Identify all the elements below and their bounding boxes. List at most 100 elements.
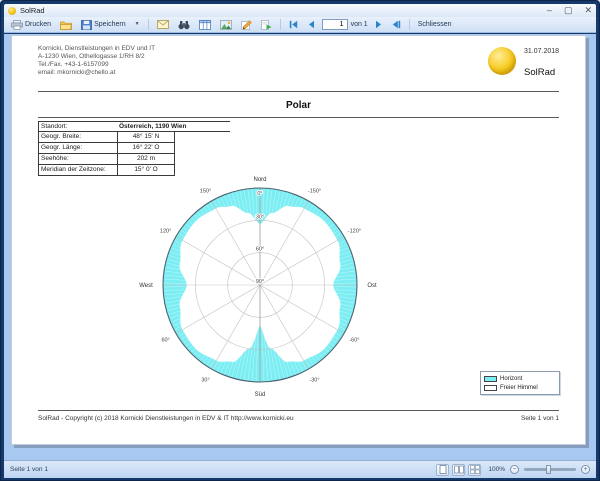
zoom-in-button[interactable]: +	[581, 465, 590, 474]
svg-text:-60°: -60°	[349, 338, 359, 344]
document-export-icon	[261, 20, 272, 30]
svg-text:-120°: -120°	[348, 229, 361, 235]
svg-text:120°: 120°	[160, 229, 171, 235]
minimize-button[interactable]: –	[547, 6, 552, 15]
chart-legend: Horizont Freier Himmel	[480, 371, 560, 395]
print-button[interactable]: Drucken	[8, 19, 54, 31]
company-address: Kornicki, Dienstleistungen in EDV und IT…	[38, 45, 155, 77]
company-address-line: email: mkornicki@chello.at	[38, 69, 155, 77]
location-value: 202 m	[117, 154, 174, 164]
window-title: SolRad	[20, 6, 45, 15]
next-page-icon	[374, 20, 383, 29]
page-count-label: von 1	[351, 21, 368, 28]
app-icon	[8, 7, 16, 15]
location-table-row: Geogr. Länge:16° 22' O	[38, 143, 175, 154]
image-icon	[220, 20, 232, 30]
table-columns-icon	[199, 20, 211, 30]
header-rule	[38, 91, 559, 92]
status-zoom-controls: 100% − +	[436, 464, 590, 476]
page-number-input[interactable]	[322, 19, 348, 30]
zoom-slider-thumb[interactable]	[546, 465, 551, 474]
page-layout-multiple-button[interactable]	[468, 464, 481, 476]
title-bar: SolRad – ▢ ✕	[4, 4, 596, 17]
location-label: Meridian der Zeitzone:	[39, 165, 117, 175]
binoculars-icon	[178, 20, 190, 30]
svg-text:-30°: -30°	[309, 377, 319, 383]
zoom-slider[interactable]	[524, 468, 576, 471]
toolbar-separator	[409, 19, 410, 30]
svg-text:90°: 90°	[256, 279, 264, 285]
save-dropdown-button[interactable]: ▼	[132, 21, 143, 28]
location-label: Geogr. Länge:	[39, 143, 117, 153]
location-label: Geogr. Breite:	[39, 132, 117, 142]
svg-text:Ost: Ost	[367, 283, 377, 289]
status-page-label: Seite 1 von 1	[10, 466, 48, 473]
first-page-icon	[289, 20, 298, 29]
previous-page-button[interactable]	[304, 19, 319, 30]
zoom-percent-label: 100%	[488, 466, 505, 473]
page-layout-facing-button[interactable]	[452, 464, 465, 476]
svg-text:60°: 60°	[256, 247, 264, 253]
watermark-button[interactable]	[196, 19, 214, 31]
footer-page-number: Seite 1 von 1	[521, 415, 559, 422]
report-date: 31.07.2018	[524, 48, 559, 55]
toolbar-separator	[280, 19, 281, 30]
title-rule	[38, 117, 559, 118]
last-page-icon	[392, 20, 401, 29]
svg-text:30°: 30°	[256, 214, 264, 220]
polar-chart: NordOstSüdWest-150°-120°-60°-30°30°60°12…	[120, 168, 400, 413]
svg-text:60°: 60°	[161, 338, 169, 344]
zoom-out-button[interactable]: −	[510, 465, 519, 474]
first-page-button[interactable]	[286, 19, 301, 30]
close-preview-button[interactable]: Schliessen	[415, 20, 455, 29]
svg-text:30°: 30°	[201, 377, 209, 383]
location-table-row: Geogr. Breite:48° 15' N	[38, 132, 175, 143]
location-value: 48° 15' N	[117, 132, 174, 142]
envelope-icon	[157, 20, 169, 29]
location-table-row: Standort:Österreich, 1190 Wien	[38, 121, 230, 132]
facing-pages-icon	[454, 465, 464, 474]
location-table-row: Seehöhe:202 m	[38, 154, 175, 165]
close-button[interactable]: ✕	[584, 6, 592, 15]
footer-copyright: SolRad - Copyright (c) 2018 Kornicki Die…	[38, 415, 294, 422]
find-button[interactable]	[175, 19, 193, 31]
toolbar-separator	[148, 19, 149, 30]
svg-text:Nord: Nord	[253, 177, 266, 183]
svg-text:Süd: Süd	[255, 392, 266, 398]
print-label: Drucken	[25, 21, 51, 28]
legend-label: Freier Himmel	[500, 385, 538, 391]
save-button[interactable]: Speichern	[78, 19, 129, 31]
report-page: Kornicki, Dienstleistungen in EDV und IT…	[11, 35, 586, 445]
multiple-pages-icon	[470, 465, 480, 474]
close-preview-label: Schliessen	[418, 21, 452, 28]
open-button[interactable]	[57, 19, 75, 31]
export-image-button[interactable]	[217, 19, 235, 31]
single-page-icon	[439, 465, 447, 474]
save-label: Speichern	[94, 21, 126, 28]
location-label: Seehöhe:	[39, 154, 117, 164]
status-bar: Seite 1 von 1 100% − +	[4, 460, 596, 478]
page-layout-single-button[interactable]	[436, 464, 449, 476]
footer-rule	[38, 410, 559, 411]
legend-label: Horizont	[500, 376, 522, 382]
export-document-button[interactable]	[258, 19, 275, 31]
email-button[interactable]	[154, 19, 172, 30]
pencil-icon	[241, 20, 252, 30]
company-address-line: Tel./Fax. +43-1-6157099	[38, 61, 155, 69]
next-page-button[interactable]	[371, 19, 386, 30]
legend-item: Freier Himmel	[484, 383, 556, 392]
last-page-button[interactable]	[389, 19, 404, 30]
svg-text:0°: 0°	[257, 191, 262, 197]
product-name: SolRad	[524, 67, 555, 78]
floppy-icon	[81, 20, 92, 30]
legend-swatch	[484, 385, 497, 391]
edit-button[interactable]	[238, 19, 255, 31]
company-address-line: A-1230 Wien, Othellogasse 1/RH 8/2	[38, 53, 155, 61]
window-controls: – ▢ ✕	[547, 6, 592, 15]
svg-text:150°: 150°	[200, 189, 211, 195]
previous-page-icon	[307, 20, 316, 29]
toolbar: Drucken Speichern ▼	[4, 17, 596, 33]
location-value: 16° 22' O	[117, 143, 174, 153]
maximize-button[interactable]: ▢	[564, 6, 573, 15]
printer-icon	[11, 20, 23, 30]
